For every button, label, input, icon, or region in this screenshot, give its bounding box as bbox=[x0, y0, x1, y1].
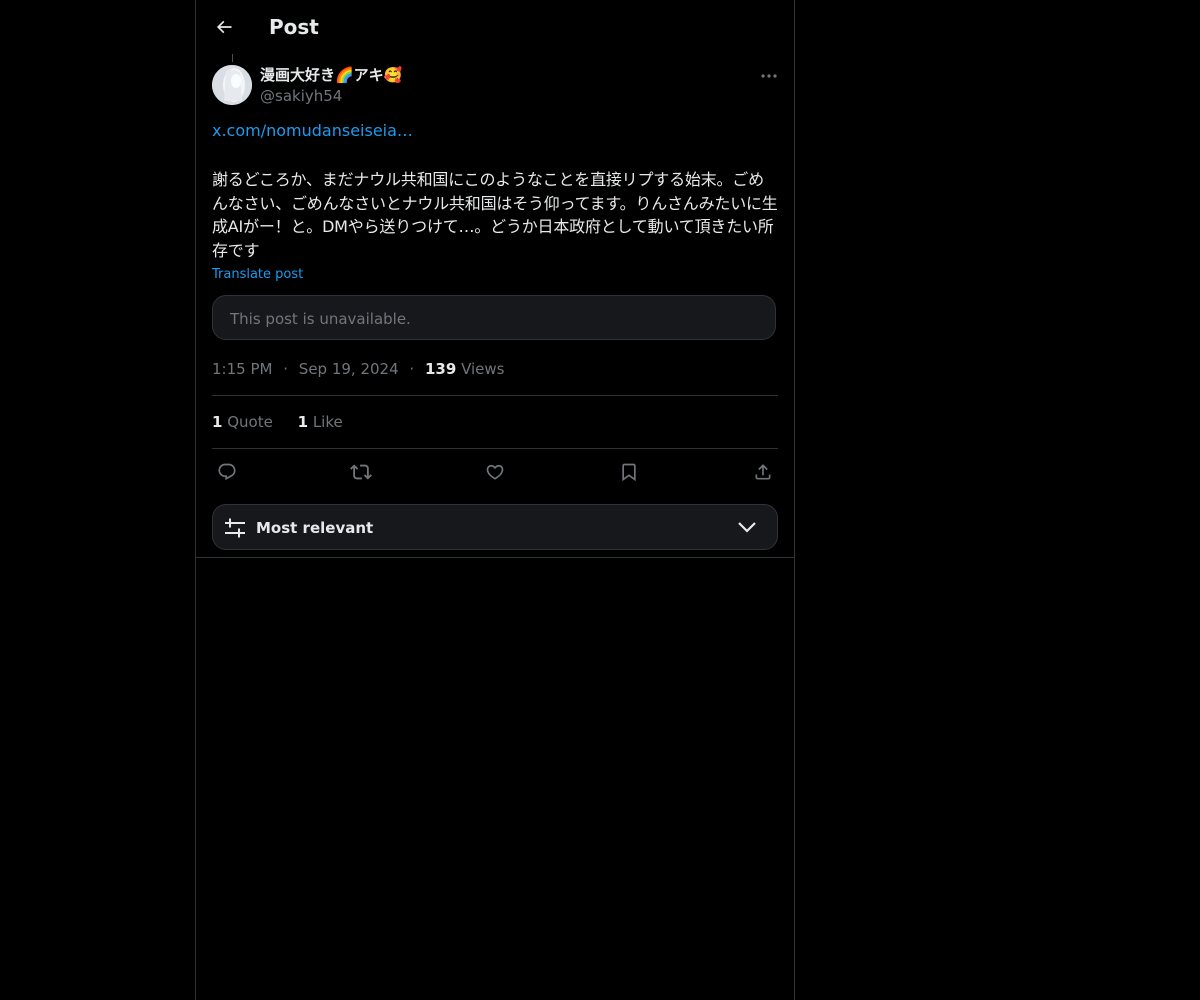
repost-icon bbox=[350, 464, 372, 480]
back-button[interactable] bbox=[210, 13, 238, 41]
views-count: 139 bbox=[424, 360, 457, 378]
chevron-down-icon bbox=[738, 522, 756, 533]
quotes-stat[interactable]: 1 Quote bbox=[212, 413, 273, 431]
quotes-label: Quote bbox=[227, 413, 273, 431]
likes-count: 1 bbox=[297, 413, 309, 431]
arrow-left-icon bbox=[216, 20, 232, 34]
post-date[interactable]: Sep 19, 2024 bbox=[299, 360, 399, 378]
views-label: Views bbox=[461, 360, 505, 378]
likes-stat[interactable]: 1 Like bbox=[298, 413, 343, 431]
post-meta: 1:15 PM · Sep 19, 2024 · 139 Views bbox=[212, 359, 505, 379]
meta-separator: · bbox=[283, 360, 289, 378]
more-options-button[interactable] bbox=[758, 66, 780, 86]
post-link[interactable]: x.com/nomudanseiseia… bbox=[212, 120, 413, 142]
translate-post-link[interactable]: Translate post bbox=[212, 266, 303, 284]
page-title: Post bbox=[269, 15, 319, 39]
repost-button[interactable] bbox=[347, 459, 375, 485]
more-dots-icon bbox=[761, 74, 777, 78]
post-stats: 1 Quote 1 Like bbox=[212, 412, 363, 432]
meta-separator: · bbox=[409, 360, 415, 378]
unavailable-text: This post is unavailable. bbox=[230, 310, 411, 328]
top-header: Post bbox=[196, 0, 794, 54]
section-bottom-border bbox=[196, 557, 794, 558]
filter-sliders-icon bbox=[225, 518, 245, 538]
bookmark-icon bbox=[622, 463, 636, 482]
author-handle[interactable]: @sakiyh54 bbox=[260, 86, 342, 106]
likes-label: Like bbox=[312, 413, 343, 431]
main-column: Post 漫画大好き🌈アキ🥰 @sakiyh54 x.com/nomudanse… bbox=[195, 0, 795, 1000]
thread-connector-line bbox=[232, 54, 233, 62]
share-button[interactable] bbox=[749, 459, 777, 485]
author-name[interactable]: 漫画大好き🌈アキ🥰 bbox=[260, 65, 402, 85]
reply-icon bbox=[218, 463, 236, 481]
post-text: 謝るどころか、まだナウル共和国にこのようなことを直接リプする始末。ごめんなさい、… bbox=[212, 170, 778, 260]
avatar-image bbox=[212, 65, 252, 105]
divider bbox=[212, 395, 778, 396]
avatar[interactable] bbox=[212, 65, 252, 105]
reply-sort-dropdown[interactable]: Most relevant bbox=[212, 504, 778, 550]
like-icon bbox=[486, 464, 504, 480]
sort-label: Most relevant bbox=[256, 519, 374, 537]
divider bbox=[212, 448, 778, 449]
action-bar bbox=[212, 459, 778, 485]
bookmark-button[interactable] bbox=[615, 459, 643, 485]
reply-button[interactable] bbox=[213, 459, 241, 485]
embedded-post-unavailable: This post is unavailable. bbox=[212, 295, 776, 340]
quotes-count: 1 bbox=[212, 413, 223, 431]
like-button[interactable] bbox=[481, 459, 509, 485]
share-icon bbox=[755, 464, 771, 480]
post-time[interactable]: 1:15 PM bbox=[212, 360, 272, 378]
